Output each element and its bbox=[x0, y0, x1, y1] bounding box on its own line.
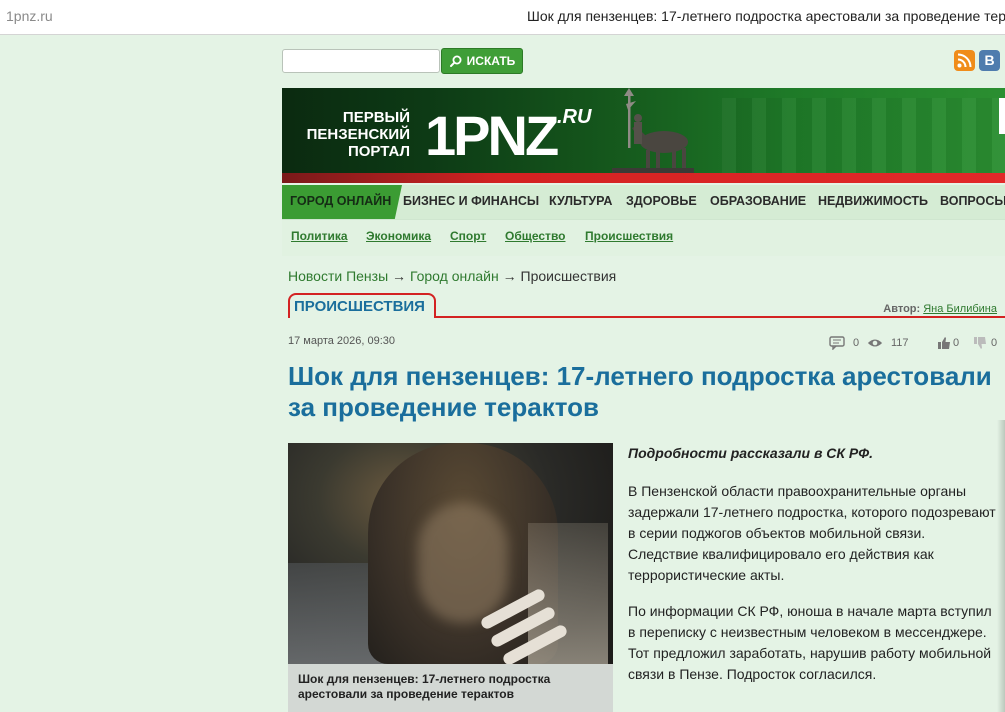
article-title: Шок для пензенцев: 17-летнего подростка … bbox=[288, 361, 992, 422]
views-icon bbox=[867, 339, 883, 347]
banner-edge bbox=[999, 98, 1005, 134]
views-count: 117 bbox=[891, 337, 909, 349]
breadcrumb-separator: → bbox=[392, 268, 407, 284]
browser-host: 1pnz.ru bbox=[6, 8, 53, 24]
banner-tagline: ПЕРВЫЙ ПЕНЗЕНСКИЙ ПОРТАЛ bbox=[306, 109, 410, 160]
article-paragraph: По информации СК РФ, юноша в начале март… bbox=[628, 603, 992, 682]
nav-item-realty[interactable]: НЕДВИЖИМОСТЬ bbox=[818, 185, 928, 219]
breadcrumb-current: Происшествия bbox=[520, 268, 617, 284]
search-icon bbox=[449, 55, 462, 67]
rss-icon[interactable] bbox=[954, 50, 975, 71]
dislikes-count: 0 bbox=[991, 337, 998, 349]
nav-item-business[interactable]: БИЗНЕС И ФИНАНСЫ bbox=[403, 185, 539, 219]
browser-tab-bar: 1pnz.ru Шок для пензенцев: 17-летнего по… bbox=[0, 0, 1005, 35]
nav-item-culture[interactable]: КУЛЬТУРА bbox=[549, 185, 612, 219]
photo-blurred-face bbox=[418, 503, 508, 623]
article-lead: Подробности рассказали в СК РФ. bbox=[628, 445, 874, 461]
thumbs-up-icon[interactable] bbox=[936, 336, 952, 350]
likes-count: 0 bbox=[953, 337, 960, 349]
nav-item-health[interactable]: ЗДОРОВЬЕ bbox=[626, 185, 697, 219]
breadcrumb-separator: → bbox=[502, 268, 517, 284]
page-edge-shadow bbox=[997, 420, 1005, 712]
subnav-item-economy[interactable]: Экономика bbox=[366, 229, 431, 243]
author-link[interactable]: Яна Билибина bbox=[923, 303, 997, 315]
city-panorama bbox=[722, 98, 1005, 173]
site-logo[interactable]: 1PNZ bbox=[425, 106, 559, 166]
subnav-item-incidents[interactable]: Происшествия bbox=[585, 229, 673, 243]
rubric-divider bbox=[436, 316, 1005, 318]
rss-glyph bbox=[957, 53, 972, 68]
author-line: Автор: Яна Билибина bbox=[883, 303, 997, 315]
search-button-label: ИСКАТЬ bbox=[466, 54, 516, 68]
browser-tab-title[interactable]: Шок для пензенцев: 17-летнего подростка … bbox=[527, 8, 1005, 24]
horseman-statue-icon bbox=[612, 88, 694, 178]
breadcrumb: Новости Пензы → Город онлайн → Происшест… bbox=[288, 268, 616, 284]
site-banner[interactable]: ПЕРВЫЙ ПЕНЗЕНСКИЙ ПОРТАЛ 1PNZ .RU bbox=[282, 88, 1005, 183]
subnav-item-sport[interactable]: Спорт bbox=[450, 229, 486, 243]
breadcrumb-city-online[interactable]: Город онлайн bbox=[410, 268, 499, 284]
article-photo[interactable] bbox=[288, 443, 613, 664]
author-label: Автор: bbox=[883, 303, 921, 315]
site-logo-suffix: .RU bbox=[557, 106, 592, 128]
subnav-item-politics[interactable]: Политика bbox=[291, 229, 348, 243]
article-paragraph: В Пензенской области правоохранительные … bbox=[628, 483, 996, 583]
photo-caption: Шок для пензенцев: 17-летнего подростка … bbox=[288, 664, 613, 712]
sub-nav: Политика Экономика Спорт Общество Происш… bbox=[282, 219, 1005, 256]
comments-count: 0 bbox=[853, 337, 860, 349]
main-nav: ГОРОД ОНЛАЙН БИЗНЕС И ФИНАНСЫ КУЛЬТУРА З… bbox=[282, 185, 1005, 219]
vk-icon[interactable]: В bbox=[979, 50, 1000, 71]
subnav-item-society[interactable]: Общество bbox=[505, 229, 566, 243]
rubric-label: ПРОИСШЕСТВИЯ bbox=[294, 298, 425, 315]
thumbs-down-icon[interactable] bbox=[972, 336, 988, 350]
search-input[interactable] bbox=[282, 49, 440, 73]
breadcrumb-news[interactable]: Новости Пензы bbox=[288, 268, 388, 284]
rubric-tab[interactable]: ПРОИСШЕСТВИЯ bbox=[288, 293, 436, 318]
nav-item-education[interactable]: ОБРАЗОВАНИЕ bbox=[710, 185, 806, 219]
comments-icon[interactable] bbox=[829, 336, 845, 350]
article-date: 17 марта 2026, 09:30 bbox=[288, 335, 396, 347]
search-button[interactable]: ИСКАТЬ bbox=[441, 48, 523, 74]
nav-item-questions[interactable]: ВОПРОСЫ bbox=[940, 185, 1005, 219]
nav-item-city-online[interactable]: ГОРОД ОНЛАЙН bbox=[282, 185, 402, 219]
